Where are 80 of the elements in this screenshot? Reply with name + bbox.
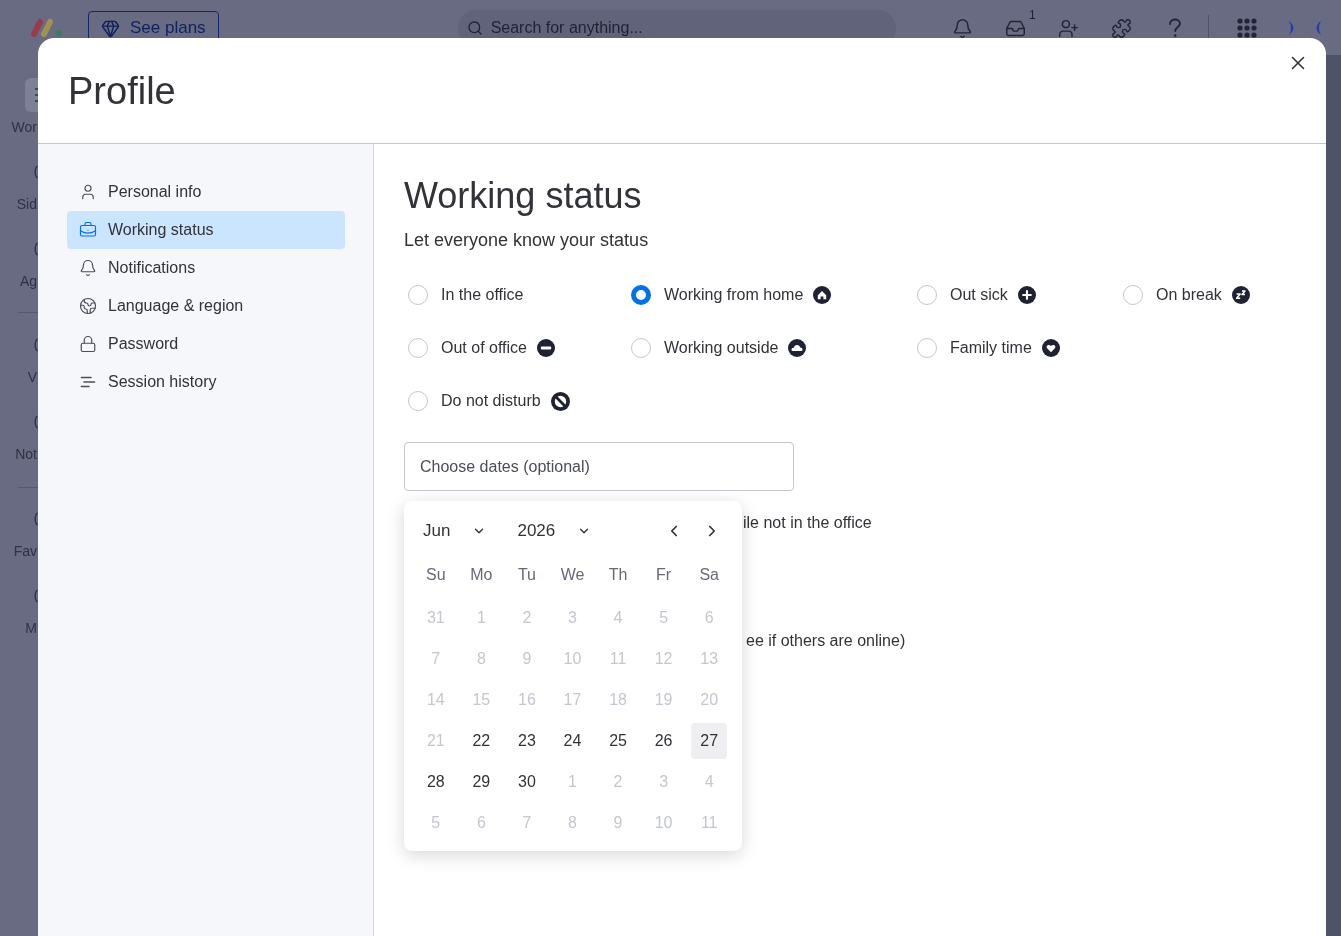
sidebar-item[interactable]: Notifications	[67, 249, 345, 287]
status-label[interactable]: Working from home	[664, 283, 804, 307]
nav-label[interactable]: V	[27, 368, 38, 386]
radio-button[interactable]	[631, 285, 651, 305]
logo-icon[interactable]	[30, 18, 64, 38]
year-dropdown[interactable]: 2026	[517, 518, 592, 544]
weekday-label: Tu	[517, 565, 536, 585]
arc-icon[interactable]	[33, 242, 38, 256]
section-title: Working status	[404, 174, 643, 218]
calendar-day[interactable]: 29	[463, 763, 500, 800]
radio-button[interactable]	[408, 338, 428, 358]
calendar-day[interactable]: 25	[600, 722, 637, 759]
section-subtitle: Let everyone know your status	[404, 229, 650, 252]
plus-icon	[1017, 286, 1036, 304]
minus-icon	[537, 339, 555, 357]
cloud-icon	[788, 339, 807, 357]
option-text: ile not in the office	[743, 513, 873, 533]
nav-label[interactable]: Sid	[16, 195, 38, 213]
person-icon[interactable]	[79, 183, 97, 201]
status-label[interactable]: Out of office	[441, 336, 527, 360]
bell-icon[interactable]	[952, 17, 974, 39]
calendar-day[interactable]: 26	[645, 722, 682, 759]
dialog-title: Profile	[68, 68, 176, 114]
briefcase-icon[interactable]	[79, 221, 97, 239]
arc-icon[interactable]	[33, 512, 38, 526]
weekday-label: Mo	[470, 565, 493, 585]
radio-button[interactable]	[631, 338, 651, 358]
globe-icon[interactable]	[79, 297, 97, 315]
radio-button[interactable]	[408, 391, 428, 411]
puzzle-icon[interactable]	[1111, 17, 1133, 39]
nav-label[interactable]: M	[25, 619, 38, 637]
calendar-day[interactable]: 27	[691, 722, 728, 759]
home-icon	[813, 286, 832, 304]
option-text: ee if others are online)	[746, 631, 907, 651]
radio-button[interactable]	[917, 338, 937, 358]
sidebar-item[interactable]: Language & region	[67, 287, 345, 325]
radio-button[interactable]	[408, 285, 428, 305]
weekday-label: Su	[426, 565, 446, 585]
weekday-label: Fr	[656, 565, 672, 585]
lock-icon[interactable]	[79, 335, 97, 353]
radio-button[interactable]	[917, 285, 937, 305]
calendar-day[interactable]: 28	[417, 763, 454, 800]
bell-icon[interactable]	[79, 259, 97, 277]
notification-count: 1	[1028, 7, 1036, 23]
arc-icon[interactable]	[33, 165, 38, 179]
nav-label[interactable]: Wor	[11, 118, 38, 136]
status-label[interactable]: Out sick	[950, 283, 1008, 307]
sidebar-item[interactable]: Session history	[67, 363, 345, 401]
status-label[interactable]: Do not disturb	[441, 389, 541, 413]
calendar-day[interactable]: 24	[554, 722, 591, 759]
workspace-tile-icon[interactable]	[25, 78, 38, 112]
user-plus-icon[interactable]	[1058, 17, 1080, 39]
calendar-day[interactable]: 30	[508, 763, 545, 800]
status-label[interactable]: On break	[1156, 283, 1222, 307]
nav-label[interactable]: Fav	[13, 542, 38, 560]
search-icon	[466, 20, 483, 36]
radio-button[interactable]	[1123, 285, 1143, 305]
nav-label[interactable]: Ag	[19, 272, 38, 290]
arc-icon[interactable]	[33, 415, 38, 429]
month-dropdown[interactable]: Jun	[423, 518, 487, 544]
nav-label[interactable]: Not	[15, 445, 38, 463]
diamond-icon	[101, 18, 120, 38]
arc-icon[interactable]	[33, 589, 38, 603]
prohibited-icon	[550, 391, 570, 411]
weekday-label: We	[560, 565, 585, 585]
status-label[interactable]: Working outside	[664, 336, 779, 360]
apps-grid-icon[interactable]	[1236, 18, 1257, 38]
sleep-icon	[1231, 286, 1250, 304]
calendar-day[interactable]: 23	[508, 722, 545, 759]
weekday-label: Sa	[699, 565, 719, 585]
sidebar-item[interactable]: Personal info	[67, 173, 345, 211]
status-label[interactable]: Family time	[950, 336, 1032, 360]
weekday-label: Th	[608, 565, 628, 585]
help-icon[interactable]	[1167, 18, 1182, 38]
sidebar-item[interactable]: Password	[67, 325, 345, 363]
date-field[interactable]: Choose dates (optional)	[404, 442, 794, 491]
status-label[interactable]: In the office	[441, 283, 524, 307]
calendar-day[interactable]: 22	[463, 722, 500, 759]
sidebar-item[interactable]: Working status	[67, 211, 345, 249]
arc-icon[interactable]	[33, 338, 38, 352]
